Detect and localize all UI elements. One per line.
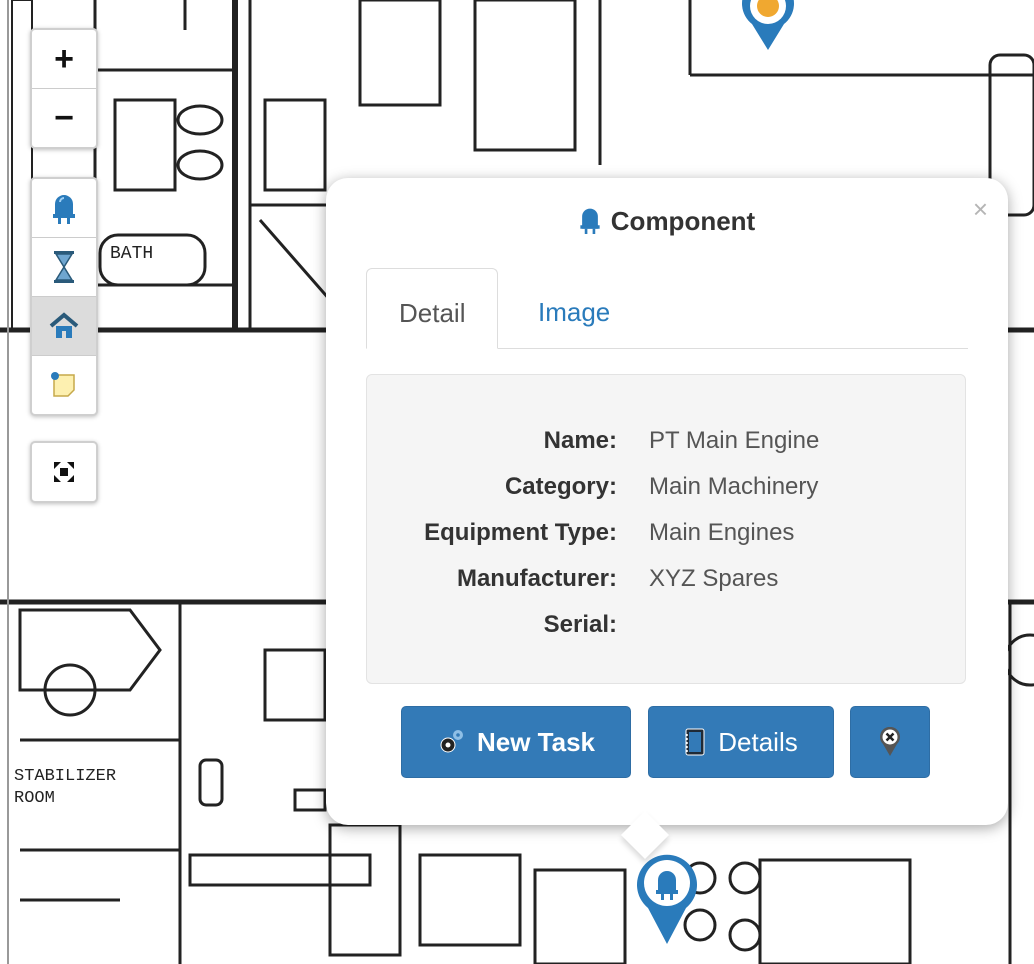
new-task-button[interactable]: New Task [401,706,631,778]
field-row-equipment-type: Equipment Type: Main Engines [367,519,965,565]
details-button[interactable]: Details [648,706,834,778]
tab-image[interactable]: Image [506,268,642,347]
room-label-bath: BATH [110,244,153,264]
field-row-name: Name: PT Main Engine [367,427,965,473]
popup-title: Component [326,206,1008,241]
map-marker-top[interactable] [738,0,798,57]
note-tool-button[interactable] [32,356,96,414]
field-label: Name: [543,427,617,454]
field-row-manufacturer: Manufacturer: XYZ Spares [367,565,965,611]
field-value: Main Machinery [649,473,819,500]
home-icon [49,312,79,338]
field-row-category: Category: Main Machinery [367,473,965,519]
field-label: Category: [504,473,617,500]
popup-title-text: Component [610,206,756,236]
field-label: Serial: [543,611,617,638]
note-icon [51,372,75,397]
gears-icon [437,728,465,756]
field-row-serial: Serial: [367,611,965,657]
field-value: XYZ Spares [649,565,779,592]
new-task-label: New Task [476,726,595,757]
component-popup: × Component Detail Image Name: PT Main E… [326,178,1008,860]
map-tool-bar [30,177,98,416]
fullscreen-control [30,441,98,503]
room-label-stabilizer: STABILIZER [14,767,116,786]
field-label: Equipment Type: [424,519,617,546]
details-label: Details [718,726,798,757]
map-marker-component[interactable] [636,852,698,951]
tab-detail[interactable]: Detail [366,268,499,349]
room-label-room: ROOM [14,789,55,808]
component-detail-panel: Name: PT Main Engine Category: Main Mach… [366,374,966,684]
hourglass-icon [54,251,74,283]
component-icon [53,195,75,224]
component-icon [579,206,601,241]
fullscreen-button[interactable] [32,443,96,501]
zoom-out-button[interactable]: − [32,89,96,147]
zoom-control: + − [30,28,98,149]
home-tool-button[interactable] [32,297,96,356]
remove-marker-icon [880,727,900,756]
zoom-in-button[interactable]: + [32,30,96,89]
component-tool-button[interactable] [32,179,96,238]
remove-marker-button[interactable] [850,706,930,778]
notebook-icon [684,728,706,756]
field-value: Main Engines [649,519,795,546]
popup-tabs: Detail Image [366,268,968,349]
field-value: PT Main Engine [649,427,820,454]
field-label: Manufacturer: [456,565,617,592]
fullscreen-icon [54,462,74,482]
history-tool-button[interactable] [32,238,96,297]
